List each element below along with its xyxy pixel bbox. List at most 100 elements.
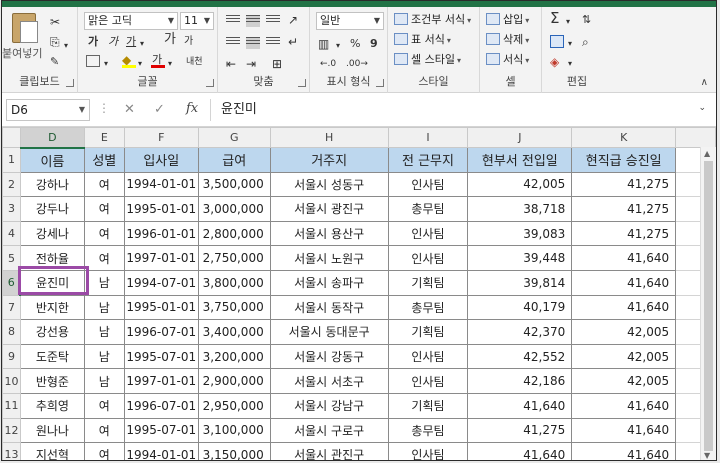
vertical-scrollbar[interactable]: ▲ ▼: [700, 147, 716, 460]
cell[interactable]: 서울시 성동구: [269, 171, 389, 198]
cell[interactable]: 1996-07-01: [123, 392, 199, 419]
cell-styles-button[interactable]: 셀 스타일 ▾: [394, 53, 461, 68]
cell[interactable]: 2,750,000: [197, 245, 271, 271]
cell[interactable]: 기획팀: [387, 319, 469, 345]
align-bottom-icon[interactable]: [266, 15, 280, 27]
border-dropdown-icon[interactable]: ▾: [104, 57, 108, 71]
cell[interactable]: 총무팀: [387, 294, 469, 321]
clear-icon[interactable]: ◈: [550, 55, 559, 69]
cell[interactable]: 3,500,000: [197, 171, 271, 198]
merge-icon[interactable]: ⊞: [272, 57, 282, 71]
decrease-decimal-icon[interactable]: .00→: [346, 57, 368, 71]
cell[interactable]: 3,000,000: [197, 196, 271, 222]
header-cell[interactable]: 급여: [197, 147, 271, 173]
fill-dropdown-icon[interactable]: ▾: [568, 37, 572, 51]
cell[interactable]: 원나나: [19, 417, 85, 444]
cell[interactable]: 인사팀: [387, 245, 469, 271]
format-table-button[interactable]: 표 서식 ▾: [394, 33, 451, 48]
decrease-indent-icon[interactable]: ⇤: [226, 57, 236, 71]
header-cell[interactable]: 전 근무지: [387, 147, 469, 173]
cell[interactable]: 1996-01-01: [123, 220, 199, 247]
align-left-icon[interactable]: [226, 37, 240, 49]
cell[interactable]: 42,005: [571, 319, 677, 345]
row-header[interactable]: 12: [2, 417, 21, 444]
header-cell[interactable]: 입사일: [123, 147, 199, 173]
select-all-corner[interactable]: [2, 127, 21, 148]
align-middle-icon[interactable]: [246, 15, 260, 27]
sort-filter-icon[interactable]: ⇅: [582, 13, 591, 27]
cell[interactable]: 여: [83, 442, 125, 460]
cell[interactable]: 총무팀: [387, 417, 469, 444]
font-grow-button[interactable]: 가: [164, 33, 176, 47]
cell[interactable]: 기획팀: [387, 392, 469, 419]
cell[interactable]: 41,275: [571, 220, 677, 247]
cell[interactable]: 남: [83, 269, 125, 296]
cell[interactable]: 지선혁: [19, 442, 85, 460]
cell[interactable]: 1995-01-01: [123, 294, 199, 321]
scroll-up-icon[interactable]: ▲: [704, 149, 710, 158]
cell[interactable]: 남: [83, 294, 125, 321]
cell[interactable]: 41,640: [571, 392, 677, 419]
cell[interactable]: 41,640: [467, 442, 573, 460]
cell[interactable]: 41,275: [571, 171, 677, 198]
find-icon[interactable]: ⌕: [582, 35, 589, 49]
font-launcher-icon[interactable]: [206, 79, 214, 87]
cell[interactable]: 추희영: [19, 392, 85, 419]
font-size-select[interactable]: 11 ▼: [180, 12, 214, 30]
cell[interactable]: 1995-07-01: [123, 343, 199, 370]
cell[interactable]: 1994-07-01: [123, 269, 199, 296]
format-button[interactable]: 서식 ▾: [486, 53, 529, 68]
cell[interactable]: 여: [83, 196, 125, 222]
header-cell[interactable]: 현직급 승진일: [571, 147, 677, 173]
cell[interactable]: 반형준: [19, 368, 85, 394]
cell[interactable]: 인사팀: [387, 368, 469, 394]
row-header[interactable]: 8: [2, 319, 21, 345]
header-cell[interactable]: 현부서 전입일: [467, 147, 573, 173]
column-header-g[interactable]: G: [197, 127, 271, 148]
column-header-f[interactable]: F: [123, 127, 199, 148]
cell[interactable]: 서울시 용산구: [269, 220, 389, 247]
insert-button[interactable]: 삽입 ▾: [486, 13, 529, 28]
cell[interactable]: 41,640: [571, 417, 677, 444]
column-header-k[interactable]: K: [571, 127, 677, 148]
cell[interactable]: 41,640: [571, 294, 677, 321]
increase-decimal-icon[interactable]: ←.0: [320, 57, 336, 71]
sum-dropdown-icon[interactable]: ▾: [566, 15, 570, 29]
cell[interactable]: 남: [83, 343, 125, 370]
cell[interactable]: 41,640: [571, 245, 677, 271]
column-header-i[interactable]: I: [387, 127, 469, 148]
fill-dropdown-icon[interactable]: ▾: [138, 57, 142, 71]
expand-formula-bar-icon[interactable]: ⌄: [698, 103, 706, 113]
cell[interactable]: 도준탁: [19, 343, 85, 370]
percent-button[interactable]: %: [350, 37, 360, 51]
formula-input[interactable]: 윤진미: [210, 99, 714, 121]
cell[interactable]: 강선용: [19, 319, 85, 345]
underline-button[interactable]: 가: [126, 35, 136, 49]
cell[interactable]: 서울시 강남구: [269, 392, 389, 419]
column-header-e[interactable]: E: [83, 127, 125, 148]
cell[interactable]: 1996-07-01: [123, 319, 199, 345]
cut-icon[interactable]: ✂: [50, 15, 60, 29]
cell[interactable]: 3,400,000: [197, 319, 271, 345]
cell[interactable]: 42,005: [571, 368, 677, 394]
header-cell[interactable]: 성별: [83, 147, 125, 173]
cell[interactable]: 42,005: [571, 343, 677, 370]
delete-button[interactable]: 삭제 ▾: [486, 33, 529, 48]
fill-icon[interactable]: [550, 35, 564, 48]
scroll-down-icon[interactable]: ▼: [704, 451, 710, 460]
phonetic-button[interactable]: 내천: [186, 55, 203, 69]
cell[interactable]: 41,275: [467, 417, 573, 444]
cell[interactable]: 39,814: [467, 269, 573, 296]
name-box[interactable]: D6 ▼: [6, 99, 90, 121]
cell[interactable]: 1994-01-01: [123, 442, 199, 460]
cell[interactable]: 윤진미: [19, 269, 85, 296]
cell[interactable]: 41,640: [571, 269, 677, 296]
cell[interactable]: 인사팀: [387, 343, 469, 370]
copy-icon[interactable]: ⎘: [50, 35, 60, 49]
row-header[interactable]: 9: [2, 343, 21, 370]
cell[interactable]: 여: [83, 171, 125, 198]
cell[interactable]: 여: [83, 245, 125, 271]
cell[interactable]: 서울시 송파구: [269, 269, 389, 296]
cancel-icon[interactable]: ✕: [124, 102, 135, 117]
cell[interactable]: 강하나: [19, 171, 85, 198]
